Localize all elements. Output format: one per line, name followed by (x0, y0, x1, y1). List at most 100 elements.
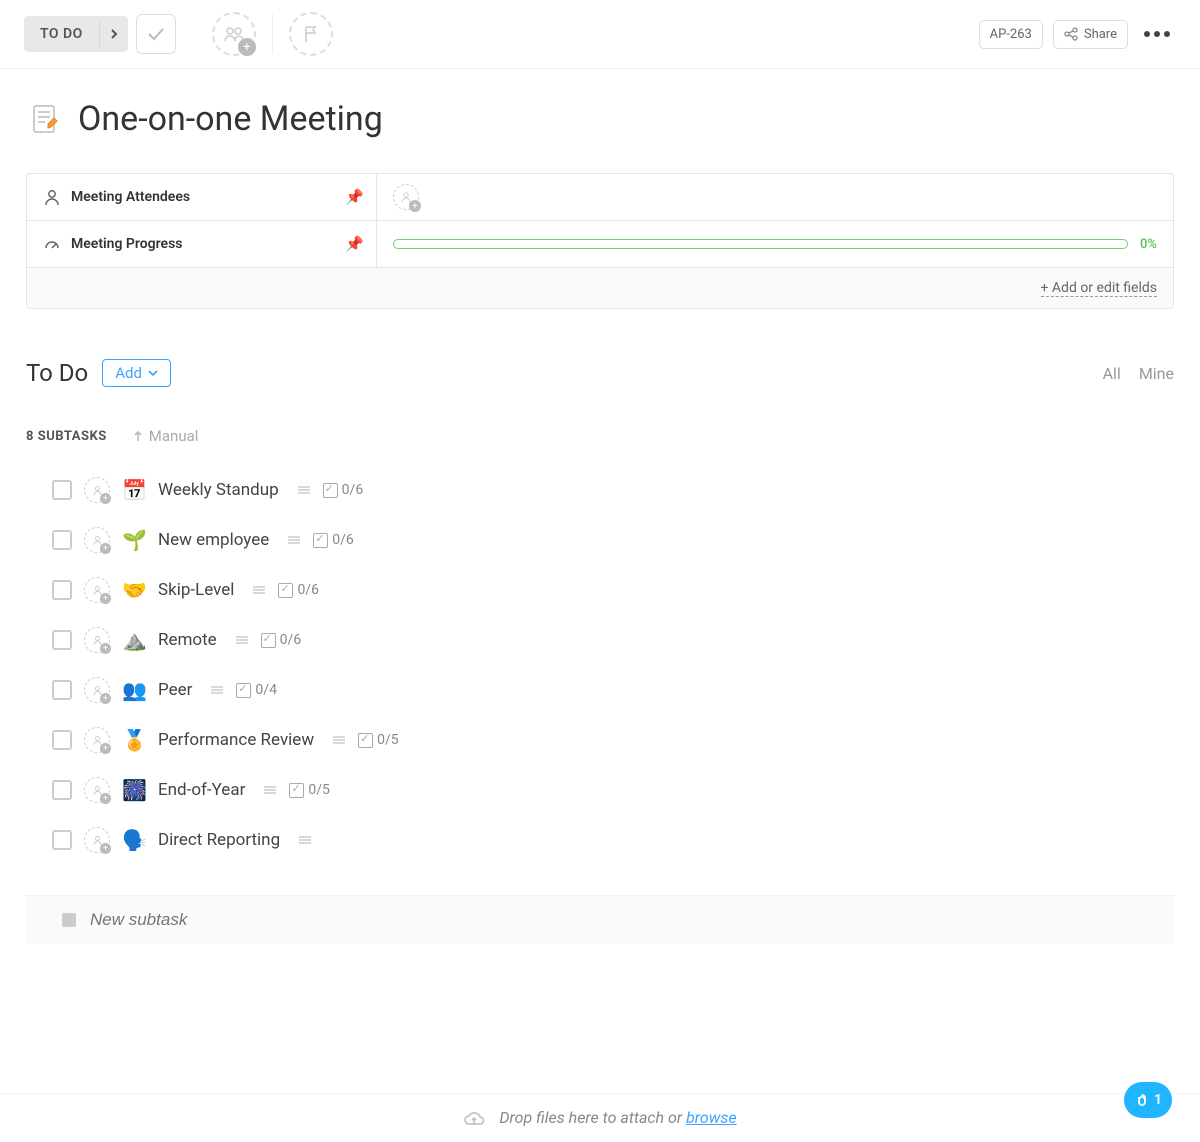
subtask-title[interactable]: New employee (158, 530, 269, 550)
drag-handle-icon[interactable] (298, 835, 312, 845)
title-row: One-on-one Meeting (26, 99, 1174, 139)
status-button[interactable]: TO DO (24, 16, 128, 52)
subtask-row[interactable]: 🎆End-of-Year0/5 (26, 765, 1174, 815)
complete-check-button[interactable] (136, 14, 176, 54)
filter-all[interactable]: All (1103, 364, 1121, 383)
more-menu-button[interactable] (1138, 25, 1176, 43)
subtask-row[interactable]: 📅Weekly Standup0/6 (26, 465, 1174, 515)
add-flag-button[interactable] (289, 12, 333, 56)
drag-handle-icon[interactable] (235, 635, 249, 645)
filter-tabs: All Mine (1103, 364, 1174, 383)
subtask-title[interactable]: Remote (158, 630, 217, 650)
page-title[interactable]: One-on-one Meeting (78, 99, 383, 139)
browse-link[interactable]: browse (686, 1108, 737, 1127)
subtask-checkbox[interactable] (52, 730, 72, 750)
new-subtask-row[interactable] (26, 895, 1174, 944)
field-attendees: Meeting Attendees 📌 (27, 174, 1173, 221)
subtask-row[interactable]: ⛰️Remote0/6 (26, 615, 1174, 665)
custom-fields: Meeting Attendees 📌 Meeting Progress 📌 (26, 173, 1174, 309)
clip-fab[interactable]: 1 (1124, 1082, 1172, 1118)
pin-icon[interactable]: 📌 (345, 235, 364, 253)
document-icon (26, 100, 64, 138)
drag-handle-icon[interactable] (332, 735, 346, 745)
subtask-title[interactable]: Peer (158, 680, 192, 700)
field-progress: Meeting Progress 📌 0% (27, 221, 1173, 268)
subtask-assignee-icon[interactable] (84, 777, 110, 803)
subtask-assignee-icon[interactable] (84, 477, 110, 503)
drag-handle-icon[interactable] (263, 785, 277, 795)
subtask-assignee-icon[interactable] (84, 527, 110, 553)
subtask-row[interactable]: 🗣️ Direct Reporting (26, 815, 1174, 865)
subtask-assignee-icon[interactable] (84, 627, 110, 653)
subtask-checkbox[interactable] (52, 580, 72, 600)
subtask-checkbox[interactable] (52, 680, 72, 700)
subtask-emoji-icon: 🌱 (122, 528, 146, 552)
subtask-checklist-count[interactable]: 0/6 (323, 482, 364, 498)
subtask-assignee-icon[interactable] (84, 577, 110, 603)
field-progress-label-cell: Meeting Progress 📌 (27, 221, 377, 267)
subtask-checklist-count[interactable]: 0/5 (358, 732, 399, 748)
filter-mine[interactable]: Mine (1139, 364, 1174, 383)
new-subtask-input[interactable] (90, 910, 1174, 930)
field-attendees-value[interactable] (377, 174, 1173, 220)
todo-header: To Do Add All Mine (26, 359, 1174, 387)
drop-files-bar[interactable]: Drop files here to attach or browse (0, 1093, 1200, 1142)
subtask-row[interactable]: 👥Peer0/4 (26, 665, 1174, 715)
subtask-title[interactable]: Skip-Level (158, 580, 234, 600)
drag-handle-icon[interactable] (210, 685, 224, 695)
subtask-row[interactable]: 🤝 Skip-Level 0/6 (26, 565, 1174, 615)
gauge-icon (43, 235, 61, 253)
checklist-count-label: 0/5 (377, 732, 399, 748)
subtask-checklist-count[interactable]: 0/5 (289, 782, 330, 798)
sort-control[interactable]: Manual (133, 427, 199, 445)
task-ref-badge[interactable]: AP-263 (979, 20, 1043, 49)
subtask-list: 📅Weekly Standup0/6🌱New employee0/6🤝Skip-… (26, 465, 1174, 865)
subtask-row[interactable]: 🏅Performance Review0/5 (26, 715, 1174, 765)
subtask-checklist-count[interactable]: 0/6 (313, 532, 354, 548)
subtask-assignee-icon[interactable] (84, 827, 110, 853)
subtask-title[interactable]: End-of-Year (158, 780, 245, 800)
add-label: Add (115, 364, 142, 382)
subtask-row[interactable]: 🌱 New employee 0/6 (26, 515, 1174, 565)
todo-heading: To Do (26, 359, 88, 387)
flag-icon (303, 25, 319, 43)
field-attendees-label: Meeting Attendees (71, 189, 190, 205)
subtask-emoji-icon: 🤝 (122, 578, 146, 602)
subtask-assignee-icon[interactable] (84, 727, 110, 753)
task-ref-label: AP-263 (990, 27, 1032, 42)
subtask-checkbox[interactable] (52, 630, 72, 650)
field-progress-label: Meeting Progress (71, 236, 182, 252)
checklist-count-label: 0/6 (342, 482, 364, 498)
subtask-emoji-icon: 🗣️ (122, 828, 146, 852)
add-edit-fields-link[interactable]: + Add or edit fields (1041, 280, 1158, 297)
subtask-checklist-count[interactable]: 0/6 (261, 632, 302, 648)
subtask-checkbox[interactable] (52, 780, 72, 800)
share-button[interactable]: Share (1053, 20, 1128, 49)
subtask-checklist-count[interactable]: 0/6 (278, 582, 319, 598)
pin-icon[interactable]: 📌 (345, 188, 364, 206)
drag-handle-icon[interactable] (297, 485, 311, 495)
sort-label: Manual (149, 427, 199, 445)
subtask-checkbox[interactable] (52, 530, 72, 550)
subtask-title[interactable]: Weekly Standup (158, 480, 279, 500)
attendee-placeholder-icon[interactable] (393, 184, 419, 210)
checklist-count-label: 0/5 (308, 782, 330, 798)
toolbar-right: AP-263 Share (979, 20, 1176, 49)
field-progress-value[interactable]: 0% (377, 221, 1173, 267)
checklist-count-label: 0/6 (332, 532, 354, 548)
add-dropdown[interactable]: Add (102, 359, 171, 387)
status-caret-icon[interactable] (99, 19, 128, 49)
drag-handle-icon[interactable] (252, 585, 266, 595)
subtask-checkbox[interactable] (52, 480, 72, 500)
add-people-button[interactable]: + (212, 12, 256, 56)
subtask-title[interactable]: Direct Reporting (158, 830, 280, 850)
drag-handle-icon[interactable] (287, 535, 301, 545)
subtask-assignee-icon[interactable] (84, 677, 110, 703)
checklist-icon (358, 733, 373, 748)
subtask-checklist-count[interactable]: 0/4 (236, 682, 277, 698)
person-icon (43, 188, 61, 206)
progress-bar[interactable] (393, 239, 1128, 249)
subtask-title[interactable]: Performance Review (158, 730, 314, 750)
status-label: TO DO (24, 16, 99, 52)
subtask-checkbox[interactable] (52, 830, 72, 850)
